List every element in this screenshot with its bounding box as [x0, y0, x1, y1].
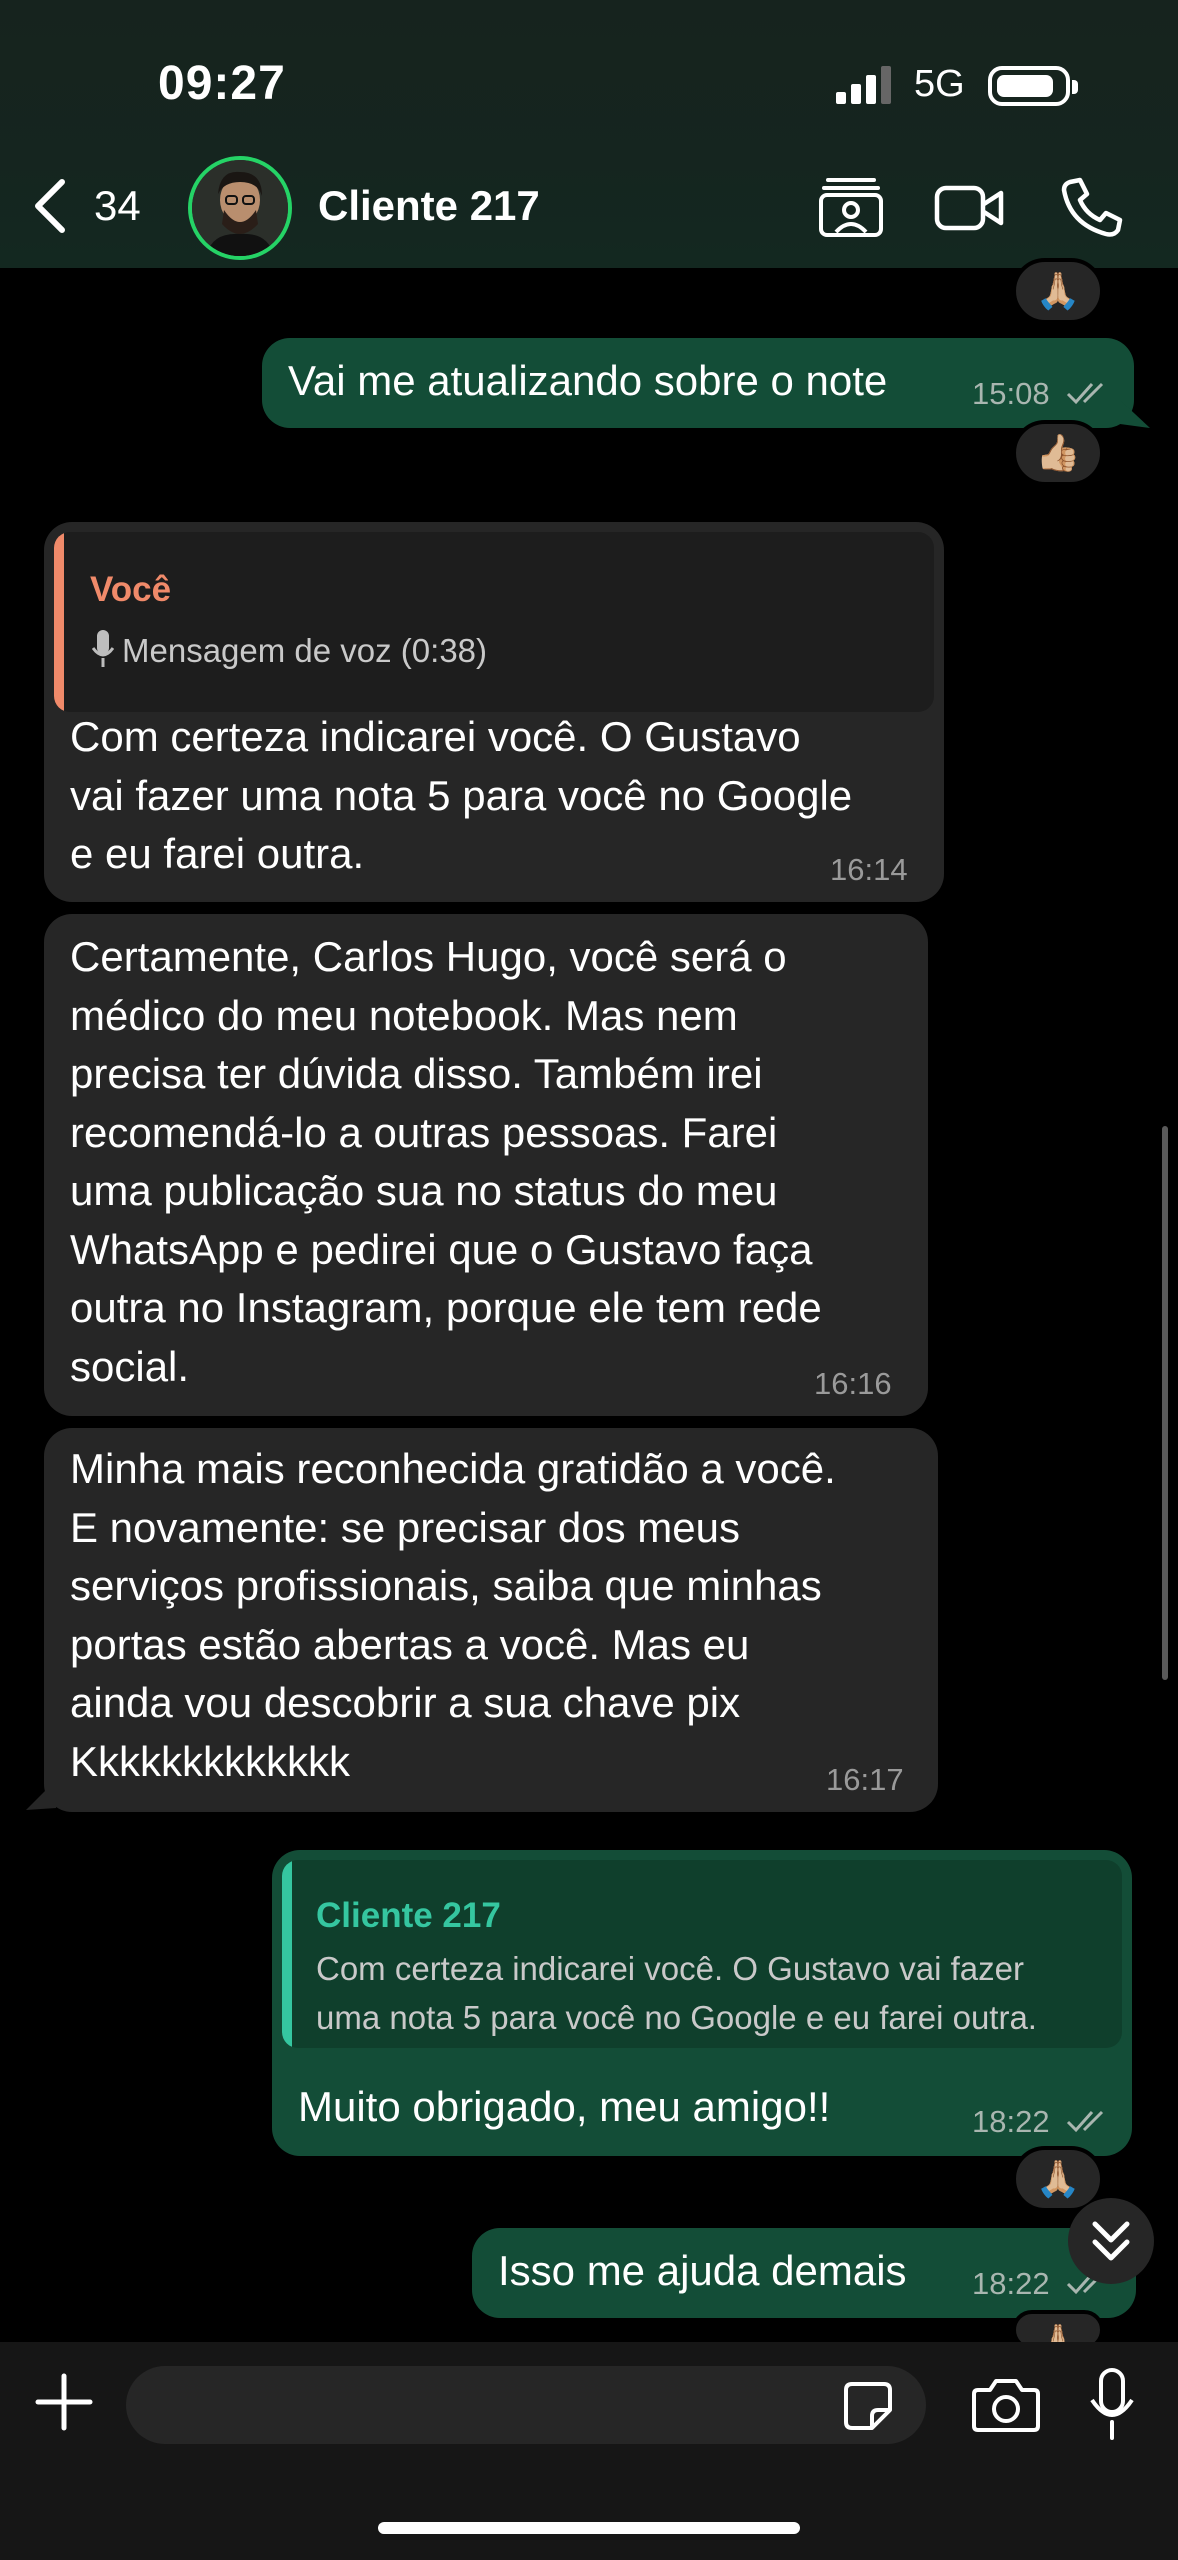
phone-icon[interactable] — [1056, 176, 1126, 238]
signal-icon — [836, 66, 891, 104]
mic-icon — [92, 630, 114, 667]
home-indicator — [378, 2522, 800, 2534]
mic-icon[interactable] — [1088, 2368, 1136, 2440]
message-bubble-outgoing[interactable]: Isso me ajuda demais 18:22 — [472, 2228, 1136, 2318]
quote-text: Com certeza indicarei você. O Gustavo va… — [316, 1950, 1037, 2036]
network-label: 5G — [914, 63, 965, 105]
quoted-message[interactable]: Cliente 217 Com certeza indicarei você. … — [282, 1860, 1122, 2048]
message-reaction[interactable]: 🙏🏼 — [1012, 258, 1104, 324]
message-reaction[interactable]: 👍🏼 — [1012, 420, 1104, 486]
chevron-double-down-icon — [1092, 2221, 1130, 2261]
scroll-to-bottom-button[interactable] — [1068, 2198, 1154, 2284]
message-time: 16:14 — [830, 852, 908, 887]
bubble-tail — [1120, 400, 1150, 428]
message-time: 18:22 — [972, 2266, 1050, 2301]
message-bubble-incoming[interactable]: Certamente, Carlos Hugo, você será o méd… — [44, 914, 928, 1416]
quote-author: Você — [90, 570, 172, 609]
plus-icon[interactable] — [34, 2372, 94, 2432]
avatar[interactable] — [188, 156, 292, 260]
message-text: Muito obrigado, meu amigo!! — [298, 2083, 831, 2130]
video-call-icon[interactable] — [934, 176, 1004, 238]
double-check-icon — [1066, 2110, 1104, 2133]
message-bubble-incoming[interactable]: Você Mensagem de voz (0:38) Com certeza … — [44, 522, 944, 902]
message-input[interactable] — [126, 2366, 926, 2444]
message-text: Com certeza indicarei você. O Gustavo va… — [70, 713, 853, 877]
message-text: Certamente, Carlos Hugo, você será o méd… — [70, 933, 822, 1390]
message-time: 16:16 — [814, 1366, 892, 1401]
message-text: Minha mais reconhecida gratidão a você. … — [70, 1445, 836, 1785]
message-time: 16:17 — [826, 1762, 904, 1797]
double-check-icon — [1066, 382, 1104, 405]
back-icon[interactable] — [30, 176, 70, 236]
contacts-icon[interactable] — [816, 176, 886, 238]
message-time: 15:08 — [972, 376, 1050, 411]
quote-author: Cliente 217 — [316, 1896, 501, 1935]
status-time: 09:27 — [158, 57, 286, 110]
message-bubble-outgoing[interactable]: Vai me atualizando sobre o note 15:08 — [262, 338, 1134, 428]
message-bubble-outgoing[interactable]: Cliente 217 Com certeza indicarei você. … — [272, 1850, 1132, 2156]
message-text: Vai me atualizando sobre o note — [288, 357, 888, 404]
quoted-message[interactable]: Você Mensagem de voz (0:38) — [54, 532, 934, 712]
unread-count[interactable]: 34 — [94, 182, 141, 230]
battery-icon — [988, 66, 1078, 106]
quote-text: Mensagem de voz (0:38) — [122, 632, 488, 669]
scrollbar[interactable] — [1162, 1126, 1168, 1680]
sticker-icon[interactable] — [842, 2380, 894, 2432]
message-time: 18:22 — [972, 2104, 1050, 2139]
message-bubble-incoming[interactable]: Minha mais reconhecida gratidão a você. … — [44, 1428, 938, 1812]
contact-name[interactable]: Cliente 217 — [318, 182, 540, 230]
camera-icon[interactable] — [972, 2376, 1040, 2432]
bubble-tail — [26, 1780, 56, 1810]
message-text: Isso me ajuda demais — [498, 2247, 907, 2294]
